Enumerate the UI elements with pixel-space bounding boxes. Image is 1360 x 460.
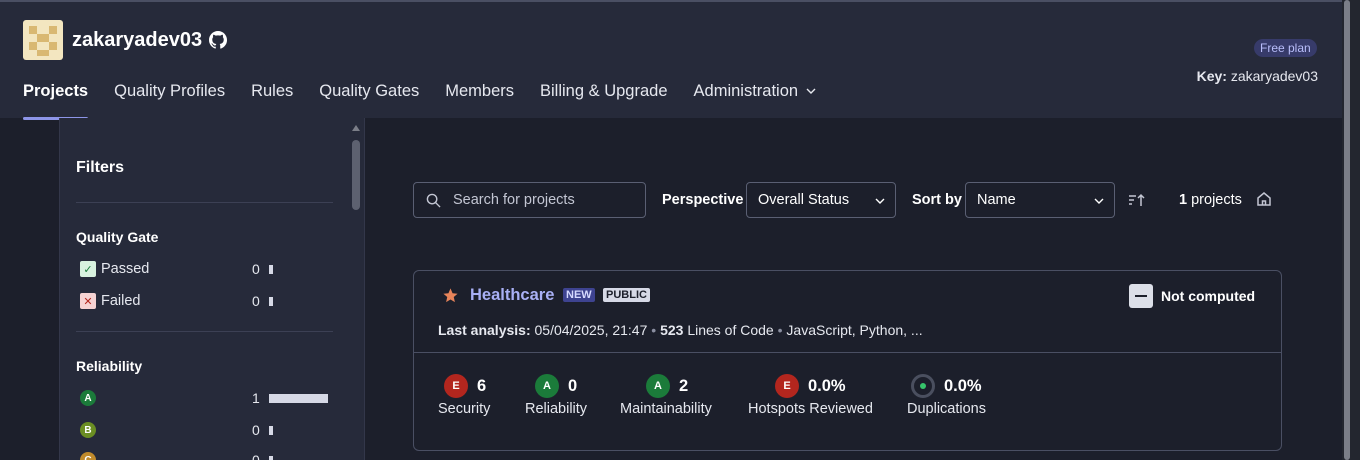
- scroll-up-arrow-icon[interactable]: [352, 125, 360, 131]
- filters-title: Filters: [76, 159, 125, 176]
- sidebar-scrollbar-thumb[interactable]: [352, 140, 360, 210]
- divider: [76, 202, 333, 203]
- nav-projects[interactable]: Projects: [23, 82, 89, 120]
- star-icon[interactable]: [442, 287, 459, 304]
- perspective-select[interactable]: Overall Status: [746, 182, 896, 218]
- nav-billing-upgrade[interactable]: Billing & Upgrade: [540, 82, 668, 120]
- search-icon: [426, 193, 441, 208]
- project-name-link[interactable]: Healthcare: [470, 286, 554, 305]
- facet-bar: [269, 455, 273, 460]
- quality-gate-facet-title: Quality Gate: [76, 229, 159, 245]
- facet-failed[interactable]: ✕ Failed 0: [80, 291, 330, 311]
- facet-bar: [269, 425, 273, 435]
- projects-count: 1 projects: [1179, 192, 1242, 208]
- nav-administration[interactable]: Administration: [694, 82, 817, 120]
- project-card-header: Healthcare NEW PUBLIC Not computed Last …: [414, 271, 1281, 353]
- facet-count: 1: [252, 390, 260, 406]
- metric-hotspots-reviewed[interactable]: E 0.0% Hotspots Reviewed: [748, 374, 873, 417]
- nav-members[interactable]: Members: [445, 82, 514, 120]
- facet-count: 0: [252, 261, 260, 277]
- reliability-facet-title: Reliability: [76, 358, 143, 374]
- metric-name: Reliability: [525, 401, 588, 417]
- metric-maintainability[interactable]: A 2 Maintainability: [620, 374, 712, 417]
- facet-reliability-c[interactable]: C 0: [80, 450, 330, 460]
- github-icon[interactable]: [209, 31, 228, 49]
- chevron-down-icon: [1094, 198, 1104, 204]
- org-identity: zakaryadev03: [23, 20, 228, 60]
- home-icon[interactable]: [1256, 191, 1272, 207]
- metric-name: Maintainability: [620, 401, 712, 417]
- plan-badge: Free plan: [1254, 39, 1317, 57]
- facet-label: Passed: [101, 261, 150, 277]
- metric-name: Security: [438, 401, 491, 417]
- metric-name: Duplications: [907, 401, 986, 417]
- nav-quality-gates[interactable]: Quality Gates: [319, 82, 419, 120]
- filters-sidebar: Filters Quality Gate ✓ Passed 0 ✕ Failed…: [59, 118, 365, 460]
- facet-count: 0: [252, 422, 260, 438]
- divider: [76, 331, 333, 332]
- sort-label: Sort by: [912, 192, 962, 208]
- grade-a-badge: A: [80, 390, 96, 406]
- cross-icon: ✕: [80, 293, 96, 309]
- metric-name: Hotspots Reviewed: [748, 401, 873, 417]
- facet-count: 0: [252, 293, 260, 309]
- metric-duplications[interactable]: 0.0% Duplications: [907, 374, 986, 417]
- perspective-value: Overall Status: [758, 192, 850, 208]
- sidebar-scrollbar[interactable]: [347, 118, 365, 460]
- new-tag: NEW: [563, 288, 595, 302]
- org-key: Key: zakaryadev03: [1196, 68, 1318, 84]
- nav-rules[interactable]: Rules: [251, 82, 293, 120]
- facet-label: Failed: [101, 293, 141, 309]
- metric-value: 0.0%: [944, 376, 982, 395]
- page-scrollbar-thumb[interactable]: [1344, 0, 1350, 460]
- top-header: zakaryadev03 Projects Quality Profiles R…: [0, 0, 1342, 120]
- sort-ascending-icon[interactable]: [1128, 192, 1146, 208]
- grade-a-badge: A: [646, 374, 670, 398]
- analysis-info: Last analysis: 05/04/2025, 21:47 • 523 L…: [438, 322, 923, 338]
- quality-gate-status: Not computed: [1161, 288, 1256, 304]
- grade-e-badge: E: [775, 374, 799, 398]
- metric-value: 2: [679, 376, 689, 395]
- metric-security[interactable]: E 6 Security: [438, 374, 490, 417]
- check-icon: ✓: [80, 261, 96, 277]
- facet-reliability-b[interactable]: B 0: [80, 420, 330, 440]
- metric-reliability[interactable]: A 0 Reliability: [525, 374, 587, 417]
- quality-gate-status-icon: [1129, 284, 1153, 308]
- nav-quality-profiles[interactable]: Quality Profiles: [114, 82, 225, 120]
- main-nav: Projects Quality Profiles Rules Quality …: [23, 82, 842, 120]
- search-placeholder: Search for projects: [453, 192, 575, 208]
- metric-value: 0.0%: [808, 376, 846, 395]
- chevron-down-icon: [875, 198, 885, 204]
- sort-value: Name: [977, 192, 1016, 208]
- facet-bar: [269, 296, 273, 306]
- grade-b-badge: B: [80, 422, 96, 438]
- org-name: zakaryadev03: [72, 28, 203, 51]
- public-tag: PUBLIC: [603, 288, 650, 302]
- project-card: Healthcare NEW PUBLIC Not computed Last …: [413, 270, 1282, 451]
- metric-value: 0: [568, 376, 578, 395]
- chevron-down-icon: [806, 88, 816, 94]
- org-avatar[interactable]: [23, 20, 63, 60]
- search-input[interactable]: Search for projects: [413, 182, 646, 218]
- facet-bar: [269, 264, 273, 274]
- page-scrollbar[interactable]: [1342, 0, 1360, 460]
- grade-e-badge: E: [444, 374, 468, 398]
- sort-select[interactable]: Name: [965, 182, 1115, 218]
- grade-c-badge: C: [80, 452, 96, 460]
- perspective-label: Perspective: [662, 192, 744, 208]
- facet-count: 0: [252, 452, 260, 460]
- metric-value: 6: [477, 376, 487, 395]
- grade-a-badge: A: [535, 374, 559, 398]
- facet-passed[interactable]: ✓ Passed 0: [80, 259, 330, 279]
- facet-reliability-a[interactable]: A 1: [80, 388, 330, 408]
- duplications-ring-icon: [911, 374, 935, 398]
- facet-bar: [269, 393, 328, 403]
